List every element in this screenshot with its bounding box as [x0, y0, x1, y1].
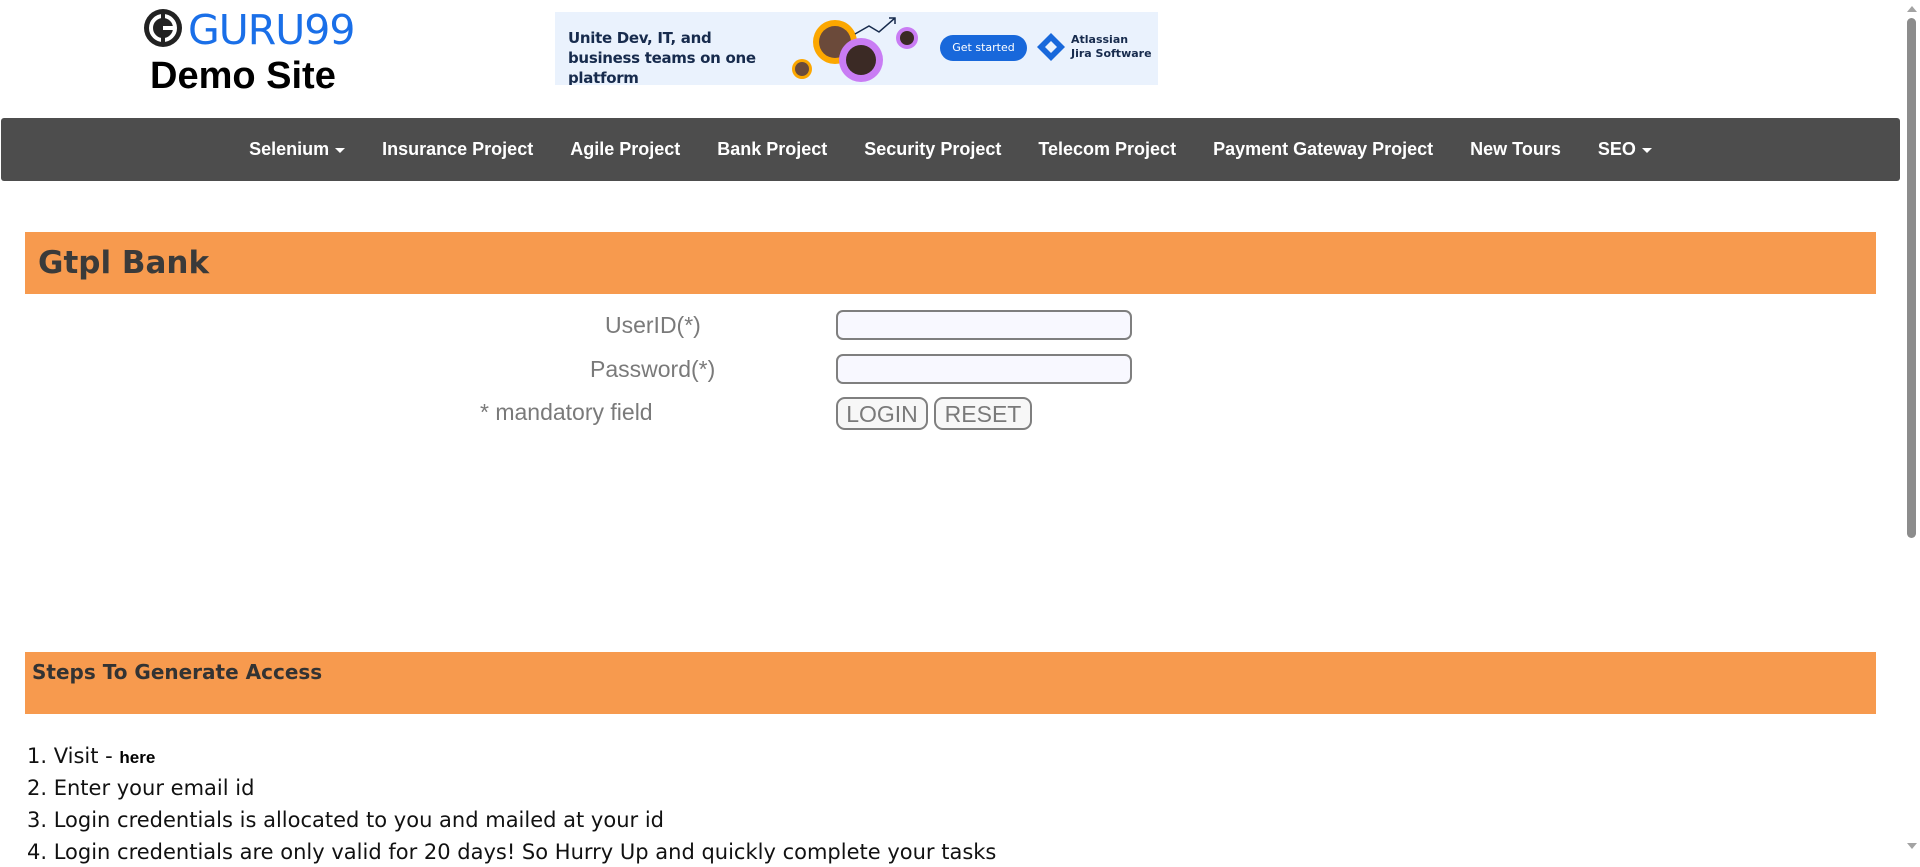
nav-item-agile-project[interactable]: Agile Project	[552, 118, 699, 181]
brand-subtitle: Demo Site	[150, 55, 336, 97]
password-input[interactable]	[836, 354, 1132, 384]
nav-item-bank-project[interactable]: Bank Project	[699, 118, 846, 181]
userid-label: UserID(*)	[605, 312, 701, 338]
scrollbar-thumb[interactable]	[1907, 18, 1916, 538]
list-item: 4. Login credentials are only valid for …	[27, 840, 997, 864]
ad-brand: Atlassian Jira Software	[1035, 31, 1152, 63]
vertical-scrollbar[interactable]	[1903, 0, 1920, 857]
nav-item-insurance-project[interactable]: Insurance Project	[364, 118, 552, 181]
ad-people-illustration	[792, 17, 918, 82]
reset-button[interactable]: RESET	[934, 397, 1032, 430]
nav-item-selenium[interactable]: Selenium	[231, 118, 364, 181]
guru99-logo-icon	[142, 7, 184, 54]
steps-banner: Steps To Generate Access	[25, 652, 1876, 714]
ad-text: Unite Dev, IT, and business teams on one…	[568, 29, 756, 85]
page-title: Gtpl Bank	[38, 245, 210, 281]
bank-title-banner: Gtpl Bank	[25, 232, 1876, 294]
steps-title: Steps To Generate Access	[32, 660, 323, 684]
ad-get-started-button[interactable]: Get started	[940, 35, 1027, 61]
nav-item-seo[interactable]: SEO	[1579, 118, 1670, 181]
main-navbar: Selenium Insurance Project Agile Project Ba…	[1, 118, 1900, 181]
ad-brand-line1: Atlassian	[1071, 33, 1129, 46]
login-button[interactable]: LOGIN	[836, 397, 928, 430]
ad-banner[interactable]: Unite Dev, IT, and business teams on one…	[555, 12, 1158, 85]
list-item: 3. Login credentials is allocated to you…	[27, 808, 664, 832]
password-label: Password(*)	[590, 356, 716, 382]
nav-item-security-project[interactable]: Security Project	[846, 118, 1020, 181]
userid-input[interactable]	[836, 310, 1132, 340]
scroll-up-arrow-icon[interactable]	[1907, 6, 1917, 12]
here-link[interactable]: here	[119, 748, 155, 767]
nav-item-telecom-project[interactable]: Telecom Project	[1020, 118, 1195, 181]
list-item: 2. Enter your email id	[27, 776, 255, 800]
jira-icon	[1037, 33, 1065, 61]
nav-item-new-tours[interactable]: New Tours	[1452, 118, 1580, 181]
caret-down-icon	[1641, 147, 1652, 153]
brand-name: GURU99	[188, 6, 355, 54]
nav-item-payment-gateway-project[interactable]: Payment Gateway Project	[1195, 118, 1452, 181]
list-item: 1. Visit - here	[27, 744, 156, 768]
ad-brand-line2: Jira Software	[1071, 47, 1152, 60]
scroll-down-arrow-icon[interactable]	[1907, 843, 1917, 849]
caret-down-icon	[335, 147, 346, 153]
nav-items: Selenium Insurance Project Agile Project Ba…	[1, 118, 1900, 181]
mandatory-field-note: * mandatory field	[480, 399, 653, 425]
site-logo[interactable]: GURU99 Demo Site	[140, 4, 360, 97]
